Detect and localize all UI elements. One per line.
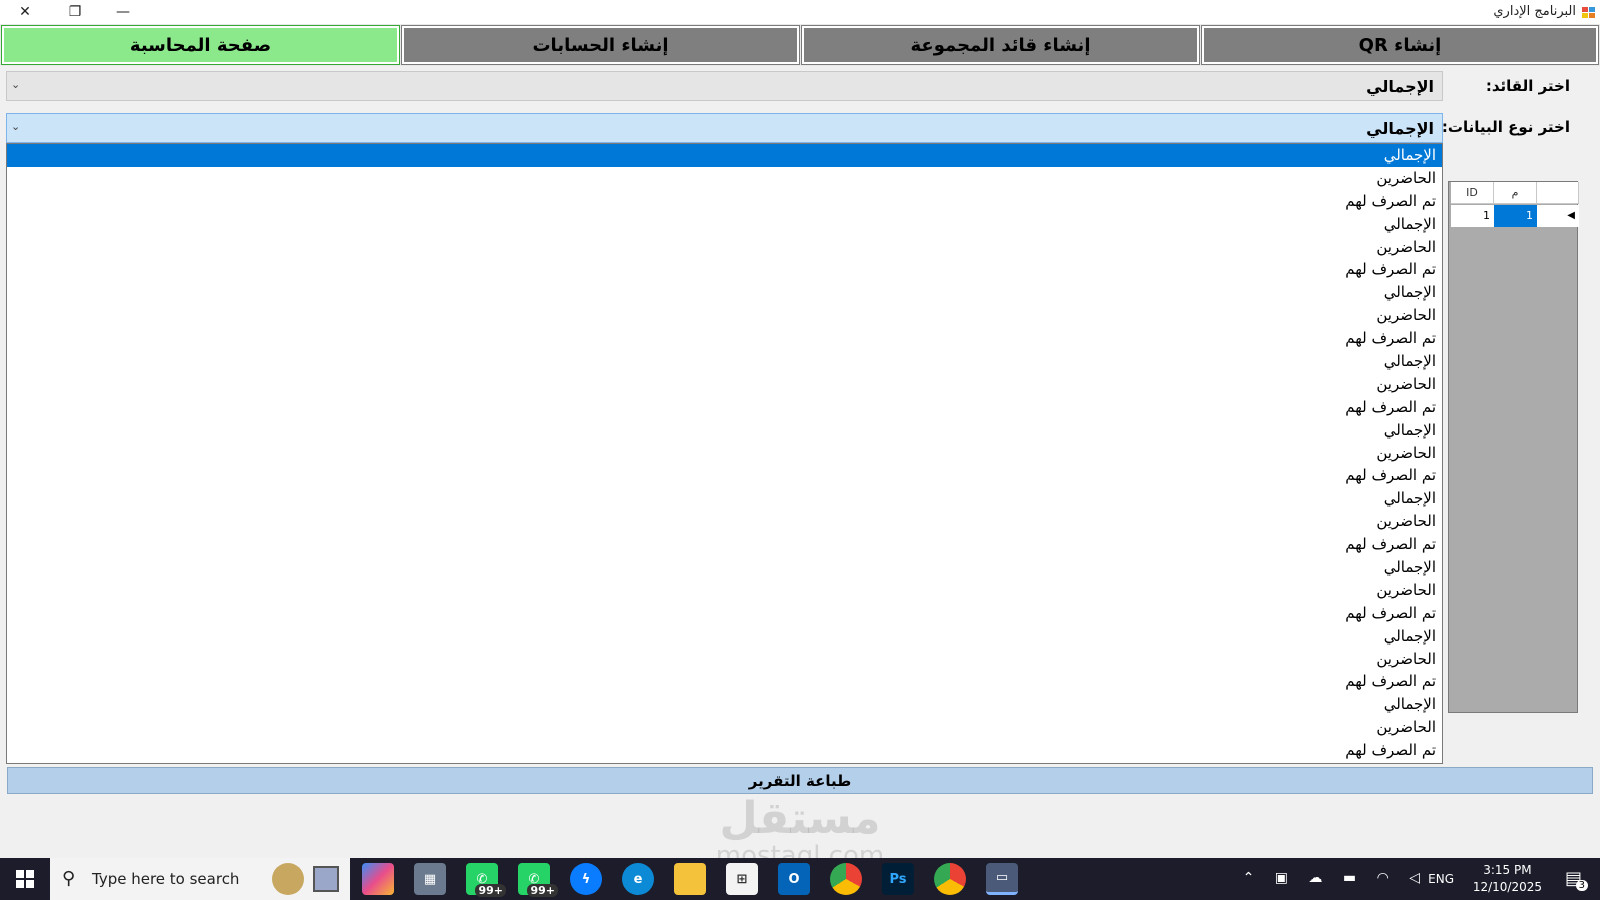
tab-bar: صفحة المحاسبة إنشاء الحسابات إنشاء قائد … — [0, 24, 1600, 66]
app-window-icon[interactable]: ▭ — [986, 863, 1018, 895]
app-icon — [1582, 7, 1595, 18]
print-report-button[interactable]: طباعة التقرير — [7, 767, 1593, 794]
whatsapp-badge: 99+ — [475, 884, 506, 897]
chevron-down-icon[interactable]: ⌄ — [11, 120, 20, 133]
search-placeholder: Type here to search — [92, 870, 240, 888]
minimize-icon: — — [116, 4, 130, 20]
dropdown-option[interactable]: تم الصرف لهم — [7, 464, 1442, 487]
outlook-icon[interactable]: O — [778, 863, 810, 895]
datatype-select-value: الإجمالي — [1366, 119, 1434, 138]
grid-column-header-id[interactable]: ID — [1451, 182, 1494, 204]
tray-icons[interactable]: ⌃ ▣ ☁ ▬ ◠ ◁ — [1243, 870, 1428, 886]
taskbar-search[interactable]: ⚲ Type here to search — [50, 858, 350, 900]
leader-label: اختر القائد: — [1485, 77, 1570, 95]
leader-select[interactable]: الإجمالي ⌄ — [6, 71, 1443, 101]
clock[interactable]: 3:15 PM 12/10/2025 — [1473, 862, 1542, 896]
whatsapp-icon[interactable]: ✆ 99+ — [466, 863, 506, 897]
dropdown-option[interactable]: تم الصرف لهم — [7, 533, 1442, 556]
copilot-icon[interactable] — [362, 863, 394, 895]
data-grid[interactable]: م ID ◀ 1 1 — [1448, 181, 1579, 713]
dropdown-option[interactable]: الحاضرين — [7, 716, 1442, 739]
file-explorer-icon[interactable] — [674, 863, 706, 895]
dropdown-option[interactable]: تم الصرف لهم — [7, 670, 1442, 693]
windows-icon — [16, 870, 34, 888]
clock-date: 12/10/2025 — [1472, 880, 1542, 894]
grid-cell-m[interactable]: 1 — [1494, 205, 1537, 227]
tab-create-accounts[interactable]: إنشاء الحسابات — [401, 25, 800, 65]
dropdown-option[interactable]: تم الصرف لهم — [7, 602, 1442, 625]
restore-icon: ❐ — [68, 4, 82, 20]
dropdown-option[interactable]: تم الصرف لهم — [7, 258, 1442, 281]
row-indicator-icon[interactable]: ◀ — [1537, 205, 1579, 227]
close-icon: ✕ — [19, 4, 31, 20]
tab-accounting-page[interactable]: صفحة المحاسبة — [1, 25, 400, 65]
messenger-icon[interactable]: ϟ — [570, 863, 602, 895]
chrome-icon[interactable] — [830, 863, 862, 895]
dropdown-option[interactable]: الحاضرين — [7, 442, 1442, 465]
dropdown-option[interactable]: الإجمالي — [7, 625, 1442, 648]
tab-create-group-leader[interactable]: إنشاء قائد المجموعة — [801, 25, 1200, 65]
dropdown-option[interactable]: الإجمالي — [7, 419, 1442, 442]
search-icon: ⚲ — [62, 868, 76, 889]
whatsapp-badge: 99+ — [527, 884, 558, 897]
dropdown-option[interactable]: الحاضرين — [7, 167, 1442, 190]
notification-count: 3 — [1575, 880, 1588, 891]
datatype-select[interactable]: الإجمالي ⌄ — [6, 113, 1443, 143]
chrome-profile-icon[interactable] — [934, 863, 966, 895]
edge-icon[interactable]: e — [622, 863, 654, 895]
grid-row-header-corner — [1537, 182, 1579, 204]
chevron-down-icon[interactable]: ⌄ — [11, 78, 20, 91]
dropdown-option[interactable]: الإجمالي — [7, 281, 1442, 304]
photoshop-icon[interactable]: Ps — [882, 863, 914, 895]
dropdown-option[interactable]: الإجمالي — [7, 144, 1442, 167]
language-indicator[interactable]: ENG — [1428, 872, 1454, 886]
dropdown-option[interactable]: الإجمالي — [7, 487, 1442, 510]
datatype-dropdown-list[interactable]: الإجمالي الحاضرين تم الصرف لهم الإجمالي الحا… — [6, 143, 1443, 764]
watermark-arabic: مستقل — [719, 793, 881, 844]
dropdown-option[interactable]: الحاضرين — [7, 304, 1442, 327]
dropdown-option[interactable]: الإجمالي — [7, 350, 1442, 373]
store-icon[interactable]: ⊞ — [726, 863, 758, 895]
dropdown-option[interactable]: الحاضرين — [7, 579, 1442, 602]
dropdown-option[interactable]: تم الصرف لهم — [7, 327, 1442, 350]
dropdown-option[interactable]: الحاضرين — [7, 236, 1442, 259]
dropdown-option[interactable]: تم الصرف لهم — [7, 190, 1442, 213]
dropdown-option[interactable]: الحاضرين — [7, 373, 1442, 396]
dropdown-option[interactable]: الإجمالي — [7, 556, 1442, 579]
dropdown-option[interactable]: تم الصرف لهم — [7, 396, 1442, 419]
whatsapp-icon[interactable]: ✆ 99+ — [518, 863, 558, 897]
minimize-button[interactable]: — — [100, 0, 146, 24]
dropdown-option[interactable]: الإجمالي — [7, 693, 1442, 716]
window-title: البرنامج الإداري — [1493, 4, 1576, 19]
clock-time: 3:15 PM — [1483, 863, 1532, 877]
grid-cell-id[interactable]: 1 — [1451, 205, 1494, 227]
dropdown-option[interactable]: تم الصرف لهم — [7, 739, 1442, 762]
dropdown-option[interactable]: الحاضرين — [7, 510, 1442, 533]
title-bar: ✕ ❐ — البرنامج الإداري — [0, 0, 1600, 24]
taskbar: ⚲ Type here to search ▦ ✆ 99+ ✆ 99+ ϟ e ⊞ … — [0, 858, 1600, 900]
search-highlight-icon — [313, 866, 339, 892]
search-highlight-icon — [272, 863, 304, 895]
leader-select-value: الإجمالي — [1366, 77, 1434, 96]
grid-column-header-m[interactable]: م — [1494, 182, 1537, 204]
restore-button[interactable]: ❐ — [52, 0, 98, 24]
calculator-icon[interactable]: ▦ — [414, 863, 446, 895]
start-button[interactable] — [0, 858, 50, 900]
tab-create-qr[interactable]: إنشاء QR — [1201, 25, 1599, 65]
dropdown-option[interactable]: الإجمالي — [7, 213, 1442, 236]
datatype-label: اختر نوع البيانات: — [1441, 118, 1570, 136]
dropdown-option[interactable]: الحاضرين — [7, 648, 1442, 671]
close-button[interactable]: ✕ — [2, 0, 48, 24]
